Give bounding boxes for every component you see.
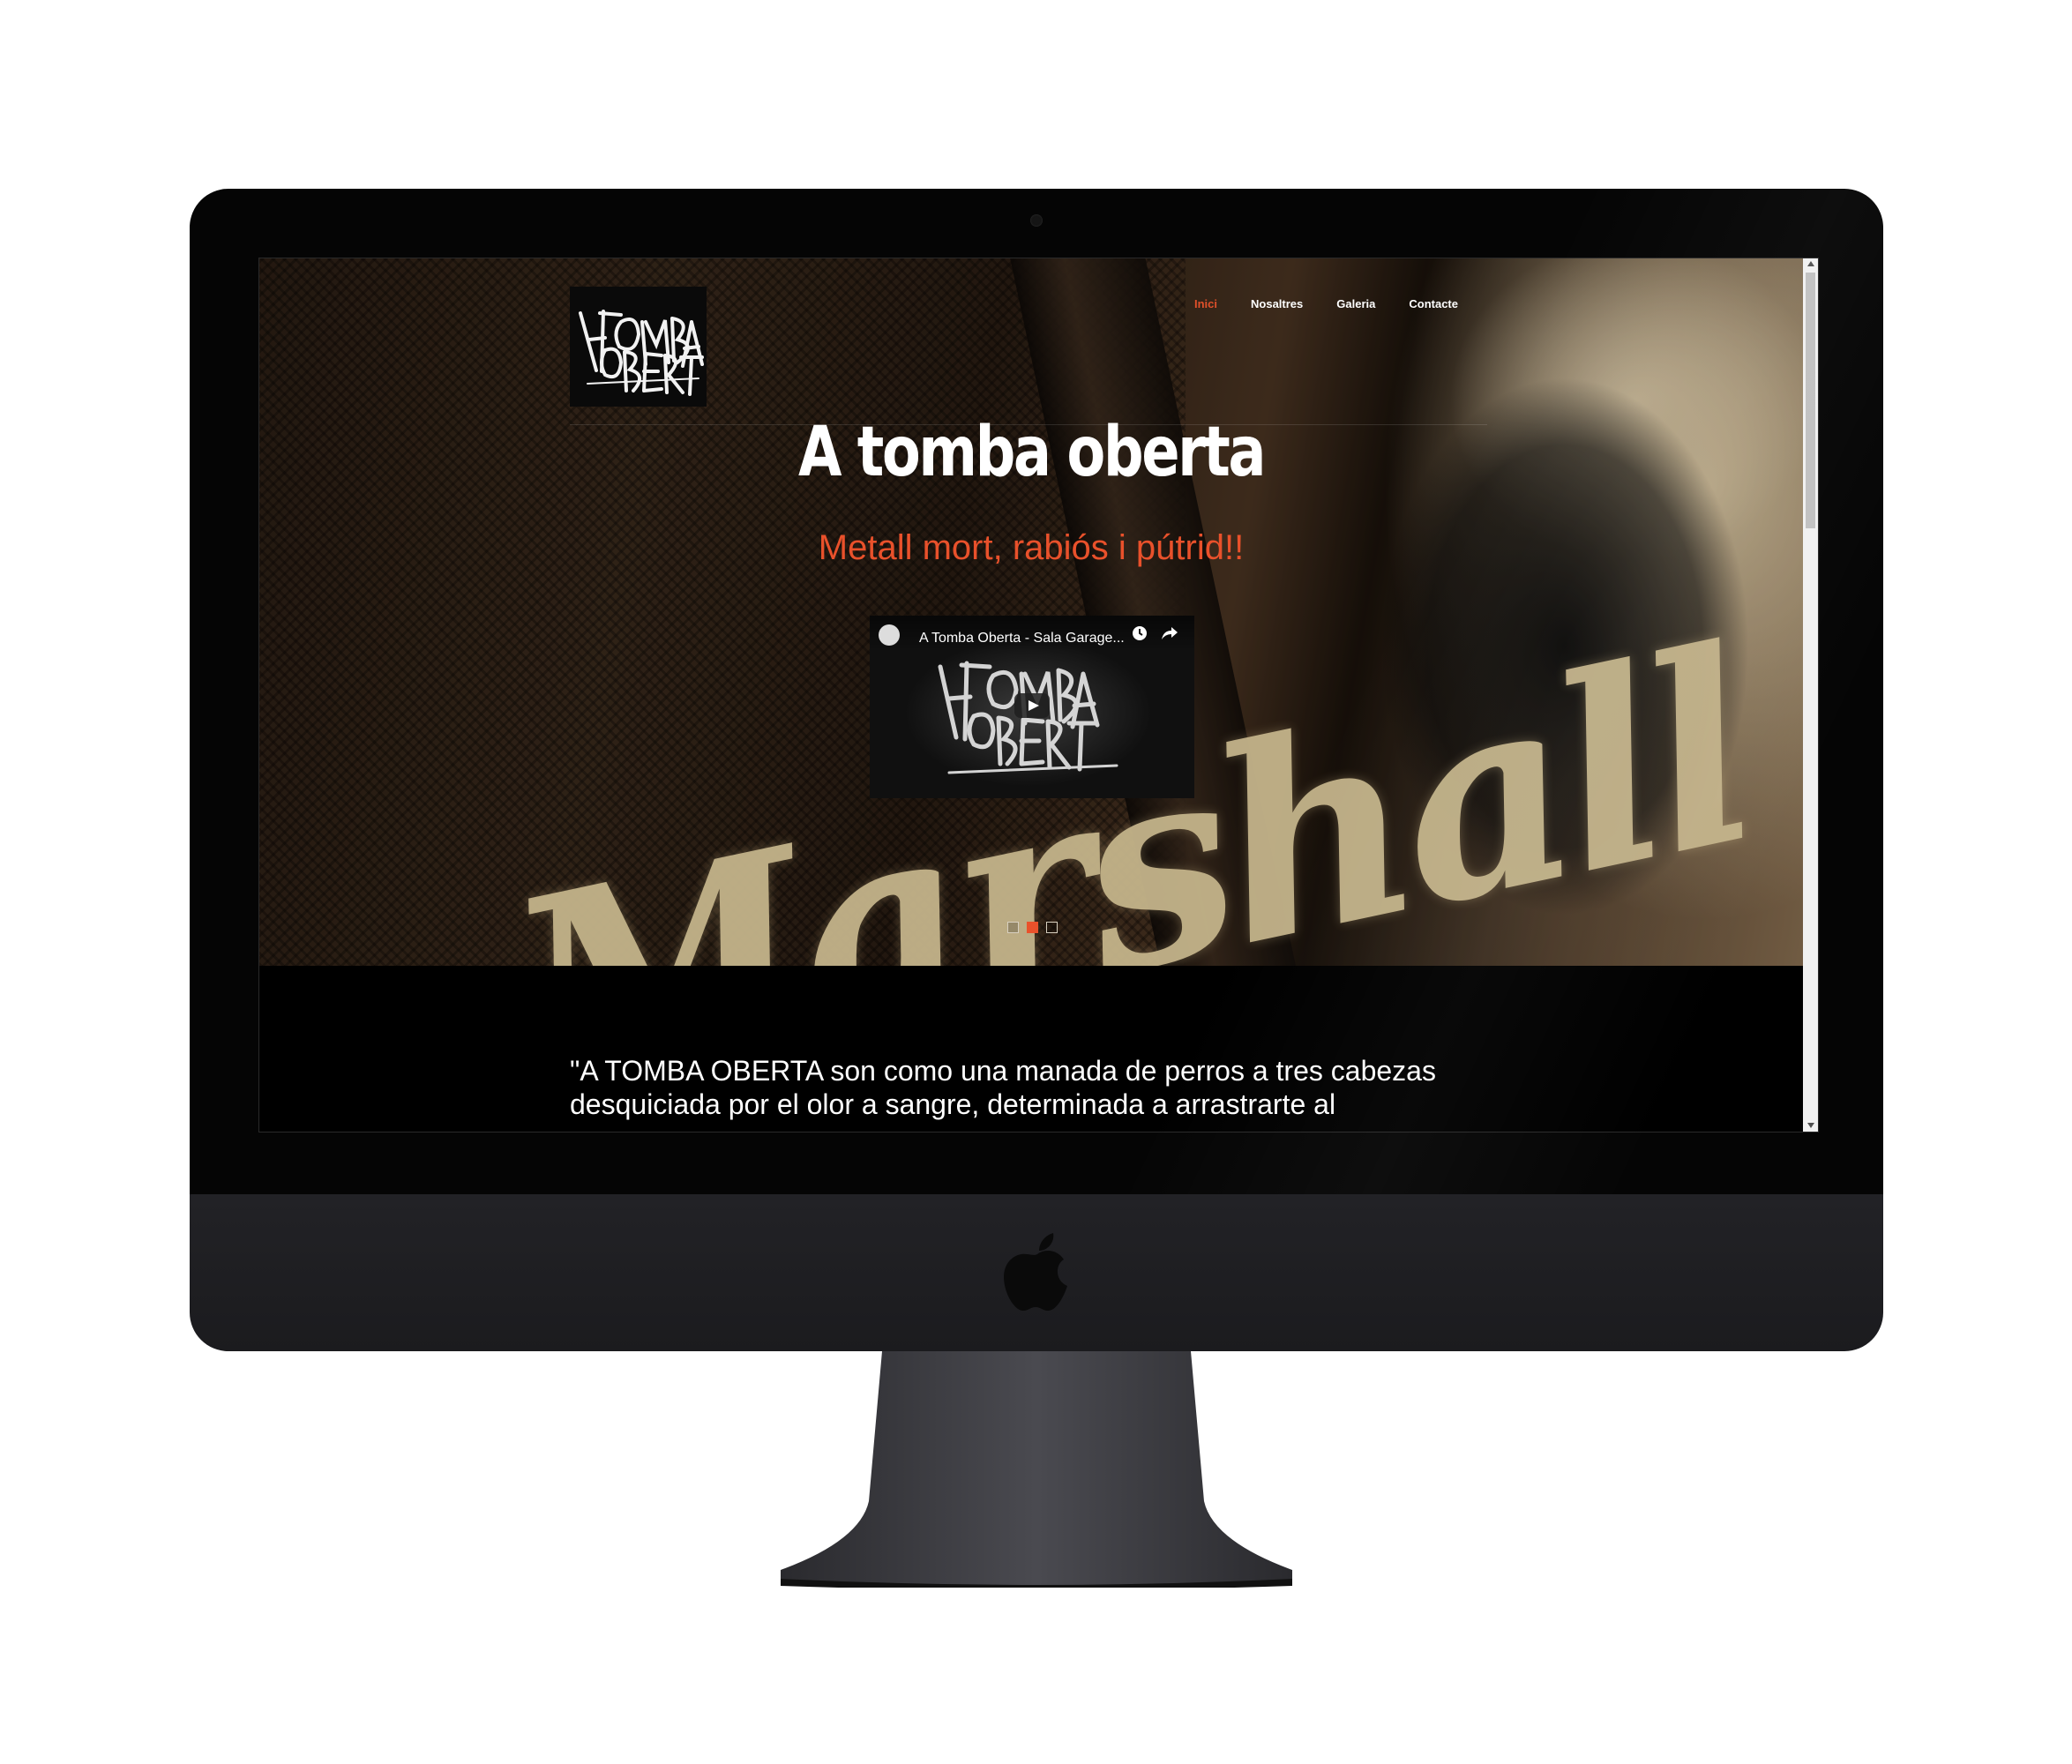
channel-avatar[interactable] [879, 624, 900, 646]
monitor-bezel: Marshall [190, 189, 1883, 1194]
nav-item-nosaltres[interactable]: Nosaltres [1251, 297, 1303, 310]
nav-item-contacte[interactable]: Contacte [1409, 297, 1458, 310]
video-title[interactable]: A Tomba Oberta - Sala Garage... [919, 631, 1125, 647]
youtube-video-embed[interactable]: A Tomba Oberta - Sala Garage... [870, 616, 1194, 798]
scroll-down-arrow-icon[interactable] [1807, 1123, 1814, 1128]
scroll-up-arrow-icon[interactable] [1807, 261, 1814, 266]
camera-icon [1030, 214, 1043, 227]
imac-mockup: Marshall [190, 189, 1883, 1588]
nav-item-galeria[interactable]: Galeria [1336, 297, 1375, 310]
main-nav: Inici Nosaltres Galeria Contacte [1194, 297, 1492, 310]
monitor-stand [781, 1351, 1292, 1588]
hero-subtitle: Metall mort, rabiós i pútrid!! [818, 528, 1245, 567]
slider-dots [1007, 922, 1058, 933]
scrollbar-thumb[interactable] [1806, 273, 1815, 528]
band-description-quote: "A TOMBA OBERTA son como una manada de p… [570, 1055, 1436, 1120]
hero-overlay [259, 258, 1803, 966]
slider-dot-3[interactable] [1046, 922, 1058, 933]
clock-icon[interactable] [1132, 625, 1148, 641]
apple-logo-icon [1004, 1233, 1067, 1311]
nav-item-inici[interactable]: Inici [1194, 297, 1217, 310]
hero-slider: Marshall [259, 258, 1803, 966]
band-logo-icon [570, 287, 707, 407]
band-logo[interactable] [570, 287, 707, 407]
browser-viewport: Marshall [258, 258, 1819, 1132]
slider-dot-2[interactable] [1027, 922, 1038, 933]
share-icon[interactable] [1161, 625, 1178, 641]
play-button[interactable] [1014, 693, 1050, 718]
page-scrollbar[interactable] [1803, 258, 1818, 1132]
slider-dot-1[interactable] [1007, 922, 1019, 933]
hero-title: A tomba oberta [797, 413, 1267, 492]
